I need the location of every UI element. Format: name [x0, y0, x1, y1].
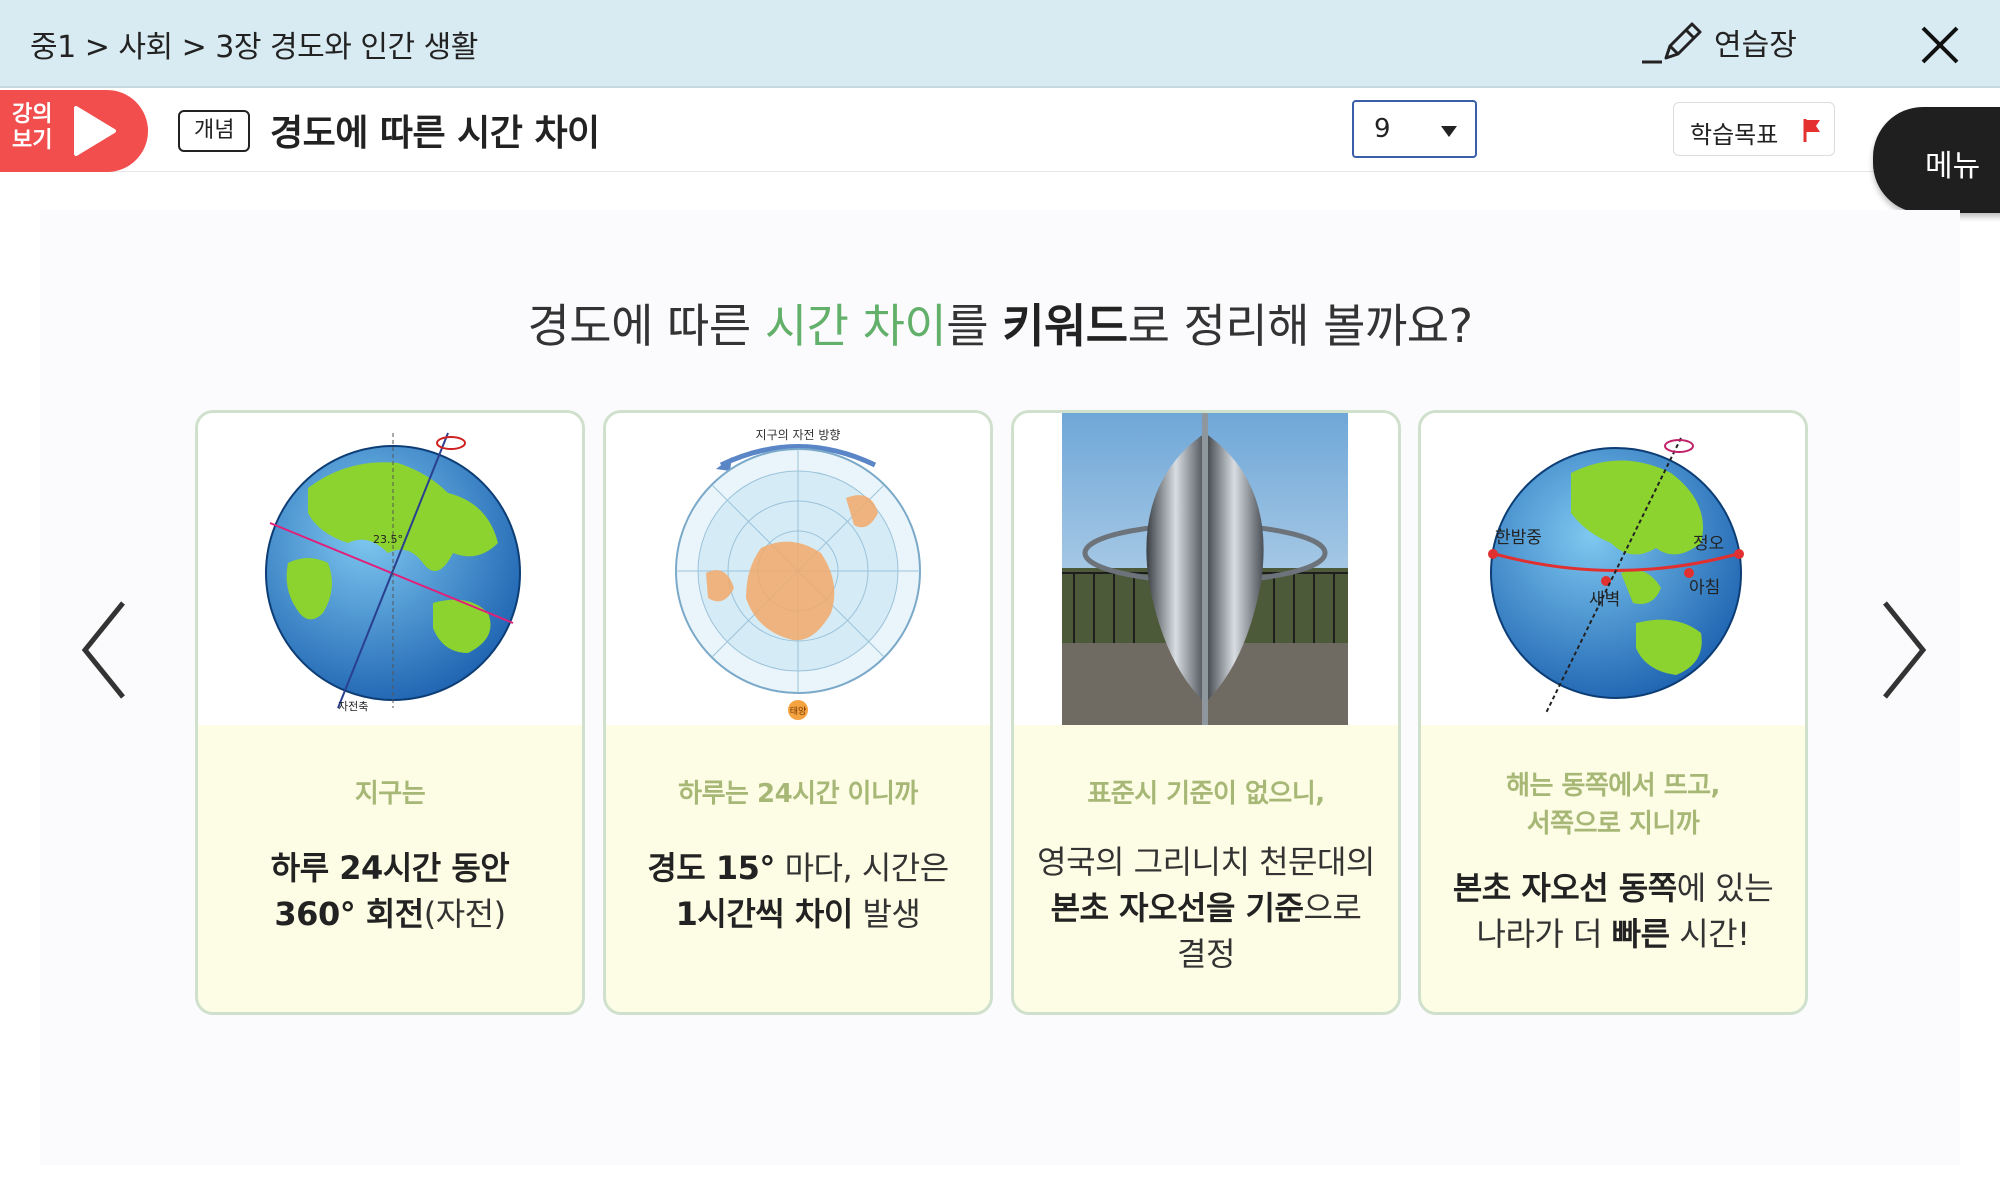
- menu-button[interactable]: 메뉴: [1873, 107, 2000, 213]
- headline-bold: 키워드: [1002, 299, 1128, 353]
- flag-icon: [1803, 119, 1820, 142]
- menu-label: 메뉴: [1925, 149, 1981, 184]
- breadcrumb: 중1 > 사회 > 3장 경도와 인간 생활: [30, 30, 478, 65]
- card-image: 23.5° 자전축: [198, 413, 582, 725]
- card-image: [1014, 413, 1398, 725]
- rotation-direction-label: 지구의 자전 방향: [756, 428, 841, 442]
- card-body-line1: 영국의 그리니치 천문대의: [1037, 843, 1375, 881]
- card-body-line1-bold: 경도 15°: [647, 849, 775, 887]
- card-body-line2-bold: 빠른: [1611, 915, 1670, 953]
- page-select-value: 9: [1374, 114, 1391, 144]
- card-body-line2-rest: 시간!: [1669, 915, 1750, 953]
- noon-label: 정오: [1693, 534, 1724, 554]
- concept-badge: 개념: [178, 110, 251, 152]
- headline-part3: 로 정리해 볼까요?: [1127, 299, 1473, 353]
- learning-goal-button[interactable]: 학습목표: [1673, 102, 1835, 156]
- axis-label: 자전축: [338, 700, 368, 713]
- card-body: 영국의 그리니치 천문대의 본초 자오선을 기준으로 결정: [1014, 839, 1398, 977]
- morning-label: 아침: [1689, 578, 1720, 598]
- practice-label: 연습장: [1714, 28, 1797, 63]
- keyword-card-east-faster: 한밤중 정오 새벽 아침 해는 동쪽에서 뜨고, 서쪽으로 지니까 본초 자오선…: [1418, 410, 1808, 1015]
- headline: 경도에 따른 시간 차이를 키워드로 정리해 볼까요?: [0, 290, 2000, 356]
- headline-highlight: 시간 차이: [764, 299, 947, 353]
- card-body-line2-bold: 1시간씩 차이: [675, 895, 854, 933]
- practice-button[interactable]: 연습장: [1640, 18, 1797, 66]
- card-body-line2-rest: 으로: [1303, 889, 1362, 927]
- card-body-line3: 결정: [1177, 935, 1235, 973]
- greenwich-meridian-photo: [1062, 413, 1348, 725]
- card-body-line1: 하루 24시간 동안: [270, 849, 510, 887]
- keyword-card-time-difference: 지구의 자전 방향 태양 하루는 24시간 이니까 경도 15° 마다, 시간은…: [603, 410, 993, 1015]
- earth-rotation-illustration: 23.5° 자전축: [265, 432, 521, 713]
- lecture-view-button[interactable]: 강의 보기: [0, 90, 148, 172]
- card-body-line2-rest: (자전): [423, 895, 506, 933]
- pencil-icon: [1642, 22, 1702, 64]
- prev-arrow-icon[interactable]: [75, 595, 135, 705]
- card-caption: 표준시 기준이 없으니,: [1087, 779, 1325, 809]
- card-body-line1-rest: 마다, 시간은: [774, 849, 950, 887]
- earth-sunrise-illustration: 한밤중 정오 새벽 아침: [1488, 437, 1744, 714]
- keyword-card-rotation: 23.5° 자전축 지구는 하루 24시간 동안 360° 회전(자전): [195, 410, 585, 1015]
- card-caption: 지구는: [354, 779, 426, 809]
- card-body-line2-pre: 나라가 더: [1476, 915, 1612, 953]
- headline-part1: 경도에 따른: [527, 299, 765, 353]
- next-arrow-icon[interactable]: [1873, 595, 1933, 705]
- close-icon[interactable]: [1915, 20, 1965, 70]
- keyword-card-prime-meridian: 표준시 기준이 없으니, 영국의 그리니치 천문대의 본초 자오선을 기준으로 …: [1011, 410, 1401, 1015]
- card-caption: 하루는 24시간 이니까: [678, 779, 918, 809]
- card-caption-line1: 해는 동쪽에서 뜨고,: [1506, 771, 1720, 801]
- lesson-title: 경도에 따른 시간 차이: [270, 113, 600, 154]
- midnight-label: 한밤중: [1495, 528, 1542, 548]
- lesson-header: 강의 보기 개념 경도에 따른 시간 차이 9 학습목표: [0, 90, 2000, 172]
- tilt-label: 23.5°: [373, 533, 403, 546]
- card-caption-line2: 서쪽으로 지니까: [1526, 809, 1700, 839]
- card-body-line1-bold: 본초 자오선 동쪽: [1452, 869, 1677, 907]
- card-body: 경도 15° 마다, 시간은 1시간씩 차이 발생: [606, 845, 990, 937]
- sun-label: 태양: [790, 706, 807, 717]
- play-icon: [74, 106, 116, 156]
- lecture-view-label: 강의 보기: [12, 102, 53, 153]
- dawn-label: 새벽: [1589, 590, 1620, 610]
- learning-goal-label: 학습목표: [1690, 121, 1779, 149]
- card-body-line1-rest: 에 있는: [1676, 869, 1774, 907]
- card-body: 본초 자오선 동쪽에 있는 나라가 더 빠른 시간!: [1421, 865, 1805, 957]
- card-image: 한밤중 정오 새벽 아침: [1421, 413, 1805, 725]
- card-body-line2-bold: 360° 회전: [274, 895, 424, 933]
- card-caption: 해는 동쪽에서 뜨고, 서쪽으로 지니까: [1421, 767, 1805, 843]
- page-select[interactable]: 9: [1352, 100, 1477, 158]
- card-body-line2-bold: 본초 자오선을 기준: [1050, 889, 1304, 927]
- card-image: 지구의 자전 방향 태양: [606, 413, 990, 725]
- top-bar: 중1 > 사회 > 3장 경도와 인간 생활 연습장: [0, 0, 2000, 88]
- card-body: 하루 24시간 동안 360° 회전(자전): [198, 845, 582, 937]
- headline-part2: 를: [946, 299, 1003, 353]
- time-zone-polar-map: 지구의 자전 방향 태양: [675, 428, 921, 720]
- card-body-line2-rest: 발생: [852, 895, 921, 933]
- caret-down-icon: [1441, 126, 1457, 137]
